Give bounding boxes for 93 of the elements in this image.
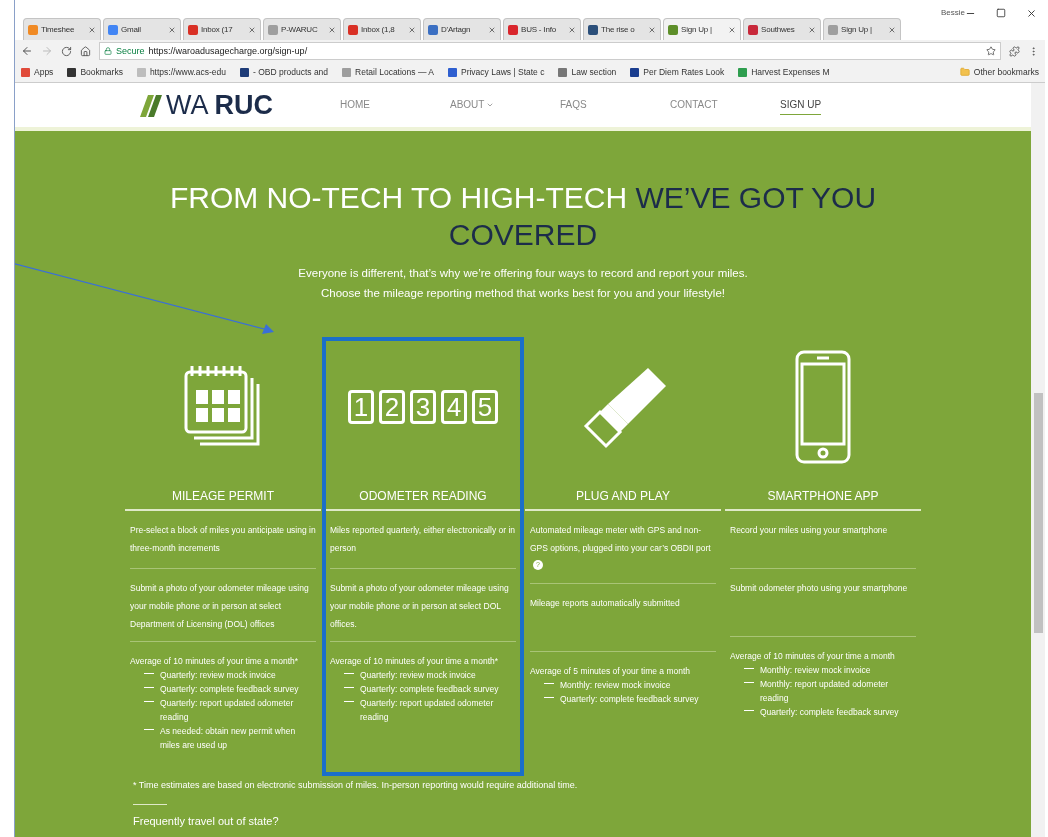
reload-icon[interactable]	[61, 45, 72, 57]
bookmark[interactable]: https://www.acs-edu	[136, 67, 226, 77]
folder-icon	[959, 67, 970, 77]
star-icon[interactable]	[986, 46, 996, 56]
logo-text: WA RUC	[166, 89, 274, 121]
browser-tab[interactable]: Timeshee	[23, 18, 101, 40]
nav-link[interactable]: HOME	[340, 89, 450, 121]
list-item: Quarterly: complete feedback survey	[360, 683, 499, 696]
option-title: SMARTPHONE APP	[725, 489, 921, 511]
number-tile: 4	[441, 390, 467, 424]
close-icon[interactable]	[248, 25, 256, 34]
browser-tab[interactable]: Southwes	[743, 18, 821, 40]
browser-tab[interactable]: P-WARUC	[263, 18, 341, 40]
list-item: Quarterly: complete feedback survey	[560, 693, 699, 706]
bookmark[interactable]: - OBD products and	[239, 67, 329, 77]
list-item: Quarterly: report updated odometer reading	[160, 697, 295, 724]
close-icon[interactable]	[168, 25, 176, 34]
close-icon[interactable]	[328, 25, 336, 34]
bookmark[interactable]: Apps	[21, 67, 54, 77]
bookmark[interactable]: Harvest Expenses M	[738, 67, 830, 77]
option-text: Record your miles using your smartphone	[730, 525, 888, 535]
option-text: Miles reported quarterly, either electronically or in person	[330, 525, 516, 553]
list-item: Quarterly: review mock invoice	[160, 669, 276, 682]
lock-icon	[104, 47, 112, 55]
number-tile: 5	[472, 390, 498, 424]
browser-tab[interactable]: Gmail	[103, 18, 181, 40]
option-text: Submit a photo of your odometer mileage using your mobile phone or in person at select Department of Licensing (DOL) offices	[130, 583, 309, 629]
bookmark[interactable]: Retail Locations — A	[342, 67, 434, 77]
option-text: Submit a photo of your odometer mileage using your mobile phone or in person at select DOL offices.	[330, 583, 509, 629]
profile-name: Bessie	[941, 8, 965, 17]
footnote: * Time estimates are based on electronic submission of miles. In-person reporting would require additional time.	[133, 780, 579, 790]
other-bookmarks[interactable]: Other bookmarks	[959, 67, 1039, 77]
close-icon[interactable]	[568, 25, 576, 34]
option-title: PLUG AND PLAY	[525, 489, 721, 511]
browser-tab[interactable]: D'Artagn	[423, 18, 501, 40]
list-item: Quarterly: complete feedback survey	[160, 683, 299, 696]
bookmark[interactable]: Law section	[558, 67, 617, 77]
back-icon[interactable]	[21, 45, 33, 57]
list-item: Monthly: review mock invoice	[760, 664, 871, 677]
option-text: Submit odometer photo using your smartphone	[730, 583, 908, 593]
list-item: Quarterly: complete feedback survey	[760, 706, 899, 719]
option-text: Average of 10 minutes of your time a month*	[330, 656, 499, 666]
list-item: Monthly: review mock invoice	[560, 679, 671, 692]
option-text: Mileage reports automatically submitted	[530, 598, 680, 608]
browser-tab[interactable]: Sign Up |	[823, 18, 901, 40]
browser-tab[interactable]: The rise o	[583, 18, 661, 40]
option-text: Automated mileage meter with GPS and non-GPS options, plugged into your car’s OBDII port	[530, 525, 711, 553]
list-item: Monthly: report updated odometer reading	[760, 678, 890, 705]
nav-link[interactable]: SIGN UP	[780, 89, 890, 121]
number-tile: 1	[348, 390, 374, 424]
close-icon[interactable]	[808, 25, 816, 34]
close-icon[interactable]	[1026, 8, 1037, 19]
option-text: Average of 10 minutes of your time a month*	[130, 656, 299, 666]
close-icon[interactable]	[728, 25, 736, 34]
home-icon[interactable]	[80, 45, 91, 57]
maximize-icon[interactable]	[996, 8, 1006, 18]
nav-link[interactable]: FAQS	[560, 89, 670, 121]
close-icon[interactable]	[488, 25, 496, 34]
question-heading: Frequently travel out of state?	[133, 815, 280, 827]
browser-tab[interactable]: BUS - Info	[503, 18, 581, 40]
list-item: Quarterly: review mock invoice	[360, 669, 476, 682]
close-icon[interactable]	[888, 25, 896, 34]
extension-icon[interactable]	[1009, 45, 1020, 57]
bookmark[interactable]: Privacy Laws | State c	[448, 67, 545, 77]
option-title: MILEAGE PERMIT	[125, 489, 321, 511]
option-text: Average of 5 minutes of your time a month	[530, 666, 690, 676]
list-item: Quarterly: report updated odometer reading	[360, 697, 495, 724]
number-tile: 3	[410, 390, 436, 424]
option-title: ODOMETER READING	[325, 489, 521, 511]
close-icon[interactable]	[88, 25, 96, 34]
option-text: Pre-select a block of miles you anticipate using in three-month increments	[130, 525, 316, 553]
nav-link[interactable]: CONTACT	[670, 89, 780, 121]
smartphone-icon	[795, 350, 851, 464]
browser-tab[interactable]: Sign Up |	[663, 18, 741, 40]
close-icon[interactable]	[648, 25, 656, 34]
close-icon[interactable]	[408, 25, 416, 34]
browser-tab[interactable]: Inbox (17	[183, 18, 261, 40]
intro-text: Choose the mileage reporting method that works best for you and your lifestyle!	[321, 287, 725, 299]
address-field[interactable]: Secure https://waroadusagecharge.org/sign-up/	[99, 42, 1001, 60]
caret-icon	[486, 101, 495, 109]
list-item: As needed: obtain new permit when miles are used up	[160, 725, 297, 752]
number-tile: 2	[379, 390, 405, 424]
secure-label: Secure	[116, 46, 145, 56]
bookmark[interactable]: Bookmarks	[67, 67, 123, 77]
logo-mark-icon	[140, 93, 162, 117]
intro-text: Everyone is different, that’s why we’re offering four ways to record and report your miles.	[298, 267, 748, 279]
scrollbar[interactable]	[1031, 83, 1045, 837]
option-text: Average of 10 minutes of your time a month	[730, 651, 895, 661]
nav-link[interactable]: ABOUT	[450, 89, 560, 121]
page-title: FROM NO-TECH TO HIGH-TECH WE’VE GOT YOU COVERED	[168, 180, 878, 253]
browser-tab[interactable]: Inbox (1,8	[343, 18, 421, 40]
url-text: https://waroadusagecharge.org/sign-up/	[148, 46, 308, 56]
bookmark[interactable]: Per Diem Rates Look	[630, 67, 725, 77]
